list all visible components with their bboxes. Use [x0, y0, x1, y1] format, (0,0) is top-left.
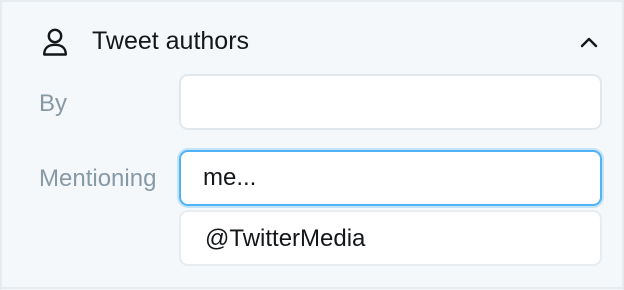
mentioning-input[interactable]	[179, 150, 602, 206]
mentioning-label: Mentioning	[39, 165, 157, 192]
divider	[2, 287, 622, 289]
chevron-up-icon[interactable]	[574, 28, 604, 56]
by-label: By	[39, 90, 68, 117]
section-header[interactable]: Tweet authors	[2, 2, 622, 76]
section-title: Tweet authors	[92, 27, 250, 55]
tweet-authors-panel: Tweet authors By Mentioning @TwitterMedi…	[0, 0, 624, 290]
suggestion-item[interactable]: @TwitterMedia	[179, 210, 602, 266]
user-icon	[42, 28, 68, 56]
by-input[interactable]	[179, 74, 602, 130]
